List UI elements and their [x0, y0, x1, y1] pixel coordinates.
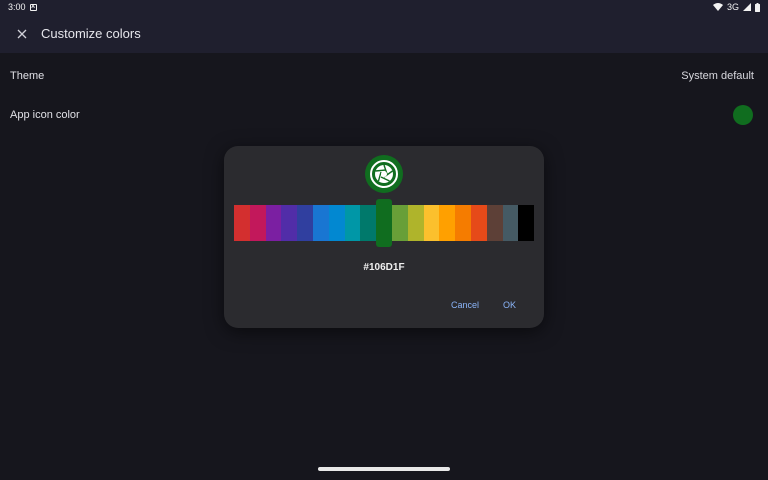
- color-swatch-selected[interactable]: [376, 199, 392, 247]
- color-picker-dialog: #106D1F Cancel OK: [224, 146, 544, 328]
- ok-button[interactable]: OK: [503, 300, 516, 310]
- battery-icon: [755, 2, 760, 12]
- color-swatch[interactable]: [328, 205, 345, 241]
- cancel-button[interactable]: Cancel: [451, 300, 479, 310]
- color-swatch-strip: [234, 199, 535, 247]
- network-type: 3G: [726, 2, 739, 12]
- preview-inner: [370, 160, 398, 188]
- app-bar: Customize colors: [0, 14, 768, 53]
- status-bar: 3:00 A 3G: [0, 0, 768, 14]
- color-swatch[interactable]: [265, 205, 282, 241]
- color-swatch[interactable]: [234, 205, 250, 241]
- color-swatch[interactable]: [297, 205, 313, 241]
- page-title: Customize colors: [41, 26, 141, 41]
- color-swatch[interactable]: [486, 205, 503, 241]
- color-swatch[interactable]: [249, 205, 266, 241]
- camera-shutter-icon: [375, 164, 393, 183]
- wifi-icon: [712, 3, 723, 11]
- status-left: 3:00 A: [8, 2, 37, 12]
- color-swatch[interactable]: [470, 205, 487, 241]
- status-time: 3:00: [8, 2, 26, 12]
- color-swatch[interactable]: [439, 205, 456, 241]
- color-swatch[interactable]: [360, 205, 377, 241]
- color-swatch[interactable]: [312, 205, 329, 241]
- app-icon-preview: [365, 155, 403, 193]
- color-swatch[interactable]: [502, 205, 519, 241]
- selected-hex-label: #106D1F: [363, 262, 405, 273]
- color-swatch[interactable]: [455, 205, 471, 241]
- close-button[interactable]: [10, 22, 34, 46]
- signal-icon: [743, 3, 751, 11]
- color-swatch[interactable]: [344, 205, 361, 241]
- color-swatch[interactable]: [281, 205, 298, 241]
- color-swatch[interactable]: [407, 205, 424, 241]
- notification-icon: A: [29, 3, 37, 11]
- color-swatch[interactable]: [391, 205, 408, 241]
- close-icon: [17, 29, 27, 38]
- color-swatch[interactable]: [518, 205, 535, 241]
- gesture-navigation-bar[interactable]: [318, 467, 450, 471]
- color-swatch[interactable]: [423, 205, 440, 241]
- status-right: 3G: [712, 2, 760, 12]
